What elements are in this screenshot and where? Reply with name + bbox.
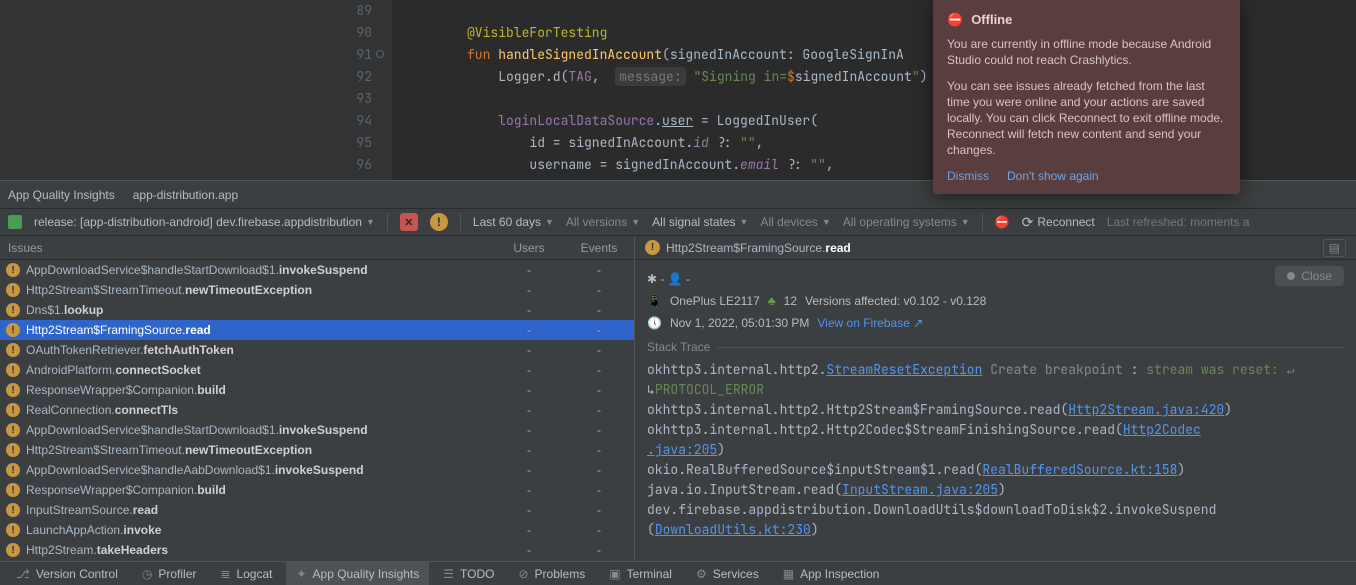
offline-msg-2: You can see issues already fetched from …	[947, 78, 1226, 158]
issue-row[interactable]: !Dns$1.lookup--	[0, 300, 634, 320]
stack-trace-label: Stack Trace	[647, 340, 710, 354]
filter-bar: release: [app-distribution-android] dev.…	[0, 208, 1356, 236]
bottom-tool-tabs: ⎇Version Control◷Profiler≣Logcat✦App Qua…	[0, 561, 1356, 585]
stack-trace[interactable]: okhttp3.internal.http2.StreamResetExcept…	[647, 360, 1344, 540]
issue-row[interactable]: !Http2Stream$StreamTimeout.newTimeoutExc…	[0, 280, 634, 300]
bottom-tab-profiler[interactable]: ◷Profiler	[132, 562, 207, 585]
issue-row[interactable]: !AppDownloadService$handleStartDownload$…	[0, 420, 634, 440]
issue-row[interactable]: !Http2Stream.takeHeaders--	[0, 540, 634, 560]
warn-icon: !	[430, 213, 448, 231]
col-users-header: Users	[494, 241, 564, 255]
close-button[interactable]: Close	[1275, 266, 1344, 286]
detail-panel: ! Http2Stream$FramingSource.read ▤ Close…	[635, 236, 1356, 561]
bottom-tab-version-control[interactable]: ⎇Version Control	[6, 562, 128, 585]
offline-indicator-icon: ⛔	[995, 215, 1010, 229]
bottom-tab-app-inspection[interactable]: ▦App Inspection	[773, 562, 890, 585]
bottom-tab-problems[interactable]: ⊘Problems	[508, 562, 595, 585]
issue-row[interactable]: !ResponseWrapper$Companion.build--	[0, 480, 634, 500]
issues-panel: Issues Users Events !AppDownloadService$…	[0, 236, 635, 561]
issue-row[interactable]: !LaunchAppAction.invoke--	[0, 520, 634, 540]
detail-crumbs: ✱ - 👤 -	[647, 268, 1344, 290]
dismiss-link[interactable]: Dismiss	[947, 168, 989, 184]
bottom-tab-terminal[interactable]: ▣Terminal	[599, 562, 682, 585]
col-events-header: Events	[564, 241, 634, 255]
android-icon: ♣	[768, 294, 776, 308]
bottom-tab-services[interactable]: ⚙Services	[686, 562, 769, 585]
issue-row[interactable]: !RealConnection.connectTls--	[0, 400, 634, 420]
last-refreshed-label: Last refreshed: moments a	[1107, 215, 1250, 229]
detail-more-icon[interactable]: ▤	[1323, 239, 1346, 257]
app-name: app-distribution.app	[133, 188, 238, 202]
issue-row[interactable]: !AndroidPlatform.connectSocket--	[0, 360, 634, 380]
time-filter[interactable]: Last 60 days▼	[473, 215, 554, 229]
reconnect-button[interactable]: ⟳Reconnect	[1022, 214, 1095, 231]
col-issues-header: Issues	[0, 241, 494, 255]
module-icon	[8, 215, 22, 229]
detail-title: Http2Stream$FramingSource.read	[666, 241, 851, 255]
bottom-tab-logcat[interactable]: ≣Logcat	[210, 562, 282, 585]
offline-popup: ⛔ Offline You are currently in offline mo…	[933, 0, 1240, 194]
config-dropdown[interactable]: release: [app-distribution-android] dev.…	[34, 215, 375, 229]
offline-msg-1: You are currently in offline mode becaus…	[947, 36, 1226, 68]
issue-row[interactable]: !OAuthTokenRetriever.fetchAuthToken--	[0, 340, 634, 360]
bottom-tab-todo[interactable]: ☰TODO	[433, 562, 504, 585]
api-level: 12	[784, 294, 797, 308]
issue-row[interactable]: !Http2Stream$StreamTimeout.newTimeoutExc…	[0, 440, 634, 460]
stop-button[interactable]: ✕	[400, 213, 418, 231]
clock-icon: 🕔	[647, 316, 662, 330]
tool-window-title: App Quality Insights	[8, 188, 115, 202]
signal-filter[interactable]: All signal states▼	[652, 215, 748, 229]
issue-row[interactable]: !AppDownloadService$handleStartDownload$…	[0, 260, 634, 280]
dont-show-link[interactable]: Don't show again	[1007, 168, 1099, 184]
os-filter[interactable]: All operating systems▼	[843, 215, 970, 229]
offline-title: Offline	[971, 12, 1012, 28]
device-name: OnePlus LE2117	[670, 294, 760, 308]
device-icon: 📱	[647, 294, 662, 308]
issue-row[interactable]: !AppDownloadService$handleAabDownload$1.…	[0, 460, 634, 480]
occurrence-time: Nov 1, 2022, 05:01:30 PM	[670, 316, 809, 330]
bottom-tab-app-quality-insights[interactable]: ✦App Quality Insights	[286, 562, 429, 585]
view-on-firebase-link[interactable]: View on Firebase ↗	[817, 316, 923, 330]
issue-row[interactable]: !Http2Stream$FramingSource.read--	[0, 320, 634, 340]
warn-icon: !	[645, 240, 660, 255]
issue-row[interactable]: !ResponseWrapper$Companion.build--	[0, 380, 634, 400]
versions-affected: Versions affected: v0.102 - v0.128	[805, 294, 986, 308]
devices-filter[interactable]: All devices▼	[760, 215, 830, 229]
issue-row[interactable]: !InputStreamSource.read--	[0, 500, 634, 520]
versions-filter[interactable]: All versions▼	[566, 215, 640, 229]
offline-icon: ⛔	[947, 12, 963, 28]
